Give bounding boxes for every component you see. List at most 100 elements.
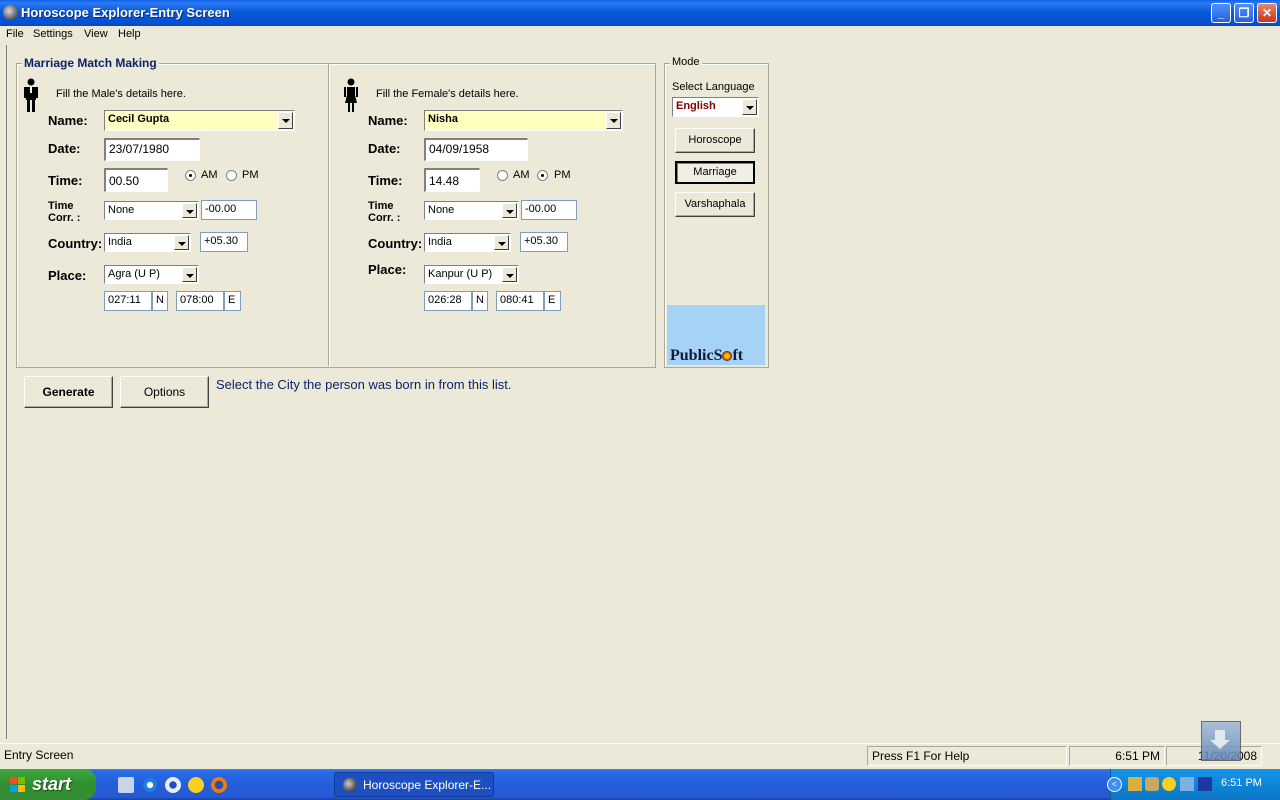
male-country-offset[interactable]: +05.30	[200, 232, 248, 252]
chevron-down-icon[interactable]	[174, 235, 189, 250]
female-country-value: India	[428, 236, 452, 248]
female-lat-dir[interactable]: N	[472, 291, 488, 311]
male-name-combo[interactable]: Cecil Gupta	[104, 110, 295, 131]
select-language-label: Select Language	[672, 81, 755, 93]
female-time-input[interactable]: 14.48	[424, 168, 480, 192]
security-alert-icon[interactable]	[1128, 777, 1142, 791]
male-time-corr-offset[interactable]: -00.00	[201, 200, 257, 220]
chevron-down-icon[interactable]	[182, 267, 197, 282]
female-am-label[interactable]: AM	[513, 169, 530, 181]
male-figure-icon	[24, 78, 38, 112]
female-pm-label[interactable]: PM	[554, 169, 571, 181]
chevron-down-icon[interactable]	[182, 203, 197, 218]
male-date-label: Date:	[48, 141, 81, 156]
chevron-down-icon[interactable]	[606, 112, 621, 129]
horoscope-mode-button[interactable]: Horoscope	[675, 128, 755, 153]
options-button[interactable]: Options	[120, 376, 209, 408]
female-time-label: Time:	[368, 173, 403, 188]
female-place-value: Kanpur (U P)	[428, 268, 493, 280]
varshaphala-mode-button[interactable]: Varshaphala	[675, 192, 755, 217]
tray-clock[interactable]: 6:51 PM	[1221, 777, 1262, 789]
start-label: start	[32, 774, 72, 794]
generate-button[interactable]: Generate	[24, 376, 113, 408]
tray-expand-icon[interactable]: <	[1107, 777, 1122, 792]
female-am-radio[interactable]	[497, 170, 508, 181]
minimize-button[interactable]: _	[1211, 3, 1231, 23]
internet-explorer-icon[interactable]	[142, 777, 158, 793]
male-place-combo[interactable]: Agra (U P)	[104, 265, 199, 284]
male-latitude-input[interactable]: 027:11	[104, 291, 152, 311]
book-tray-icon[interactable]	[1198, 777, 1212, 791]
female-pm-radio[interactable]	[537, 170, 548, 181]
taskbar-app-button[interactable]: Horoscope Explorer-E...	[334, 772, 494, 797]
network-keys-icon[interactable]	[1145, 777, 1159, 791]
restore-button[interactable]: ❐	[1234, 3, 1254, 23]
male-time-input[interactable]: 00.50	[104, 168, 168, 192]
download-overlay-icon[interactable]	[1201, 721, 1241, 761]
show-desktop-icon[interactable]	[118, 777, 134, 793]
taskbar-app-label: Horoscope Explorer-E...	[363, 778, 492, 792]
marriage-match-legend: Marriage Match Making	[22, 56, 159, 70]
status-help: Press F1 For Help	[867, 746, 1067, 766]
female-longitude-input[interactable]: 080:41	[496, 291, 544, 311]
network-tray-icon[interactable]	[1180, 777, 1194, 791]
time-corr-label-line2: Corr. :	[368, 212, 401, 224]
windows-flag-icon	[10, 777, 25, 792]
mode-legend: Mode	[670, 56, 702, 68]
chevron-down-icon[interactable]	[494, 235, 509, 250]
chevron-down-icon[interactable]	[502, 267, 517, 282]
male-am-label[interactable]: AM	[201, 169, 218, 181]
messenger-icon[interactable]	[188, 777, 204, 793]
chevron-down-icon[interactable]	[502, 203, 517, 218]
male-place-value: Agra (U P)	[108, 268, 160, 280]
male-longitude-input[interactable]: 078:00	[176, 291, 224, 311]
female-name-combo[interactable]: Nisha	[424, 110, 623, 131]
female-lon-dir[interactable]: E	[544, 291, 561, 311]
male-pm-label[interactable]: PM	[242, 169, 259, 181]
logo-text: PublicS ft	[670, 347, 743, 365]
female-country-combo[interactable]: India	[424, 233, 511, 252]
title-bar[interactable]: Horoscope Explorer-Entry Screen _ ❐ ✕	[0, 0, 1280, 26]
female-time-corr-combo[interactable]: None	[424, 201, 519, 220]
female-country-offset[interactable]: +05.30	[520, 232, 568, 252]
menu-view[interactable]: View	[84, 28, 108, 40]
female-time-corr-offset[interactable]: -00.00	[521, 200, 577, 220]
male-country-label: Country:	[48, 236, 103, 251]
male-country-combo[interactable]: India	[104, 233, 191, 252]
logo-text-part1: PublicS	[670, 347, 723, 364]
female-place-combo[interactable]: Kanpur (U P)	[424, 265, 519, 284]
taskbar: start Horoscope Explorer-E... < 6:51 PM	[0, 769, 1280, 800]
chevron-down-icon[interactable]	[278, 112, 293, 129]
menu-file[interactable]: File	[6, 28, 24, 40]
female-latitude-input[interactable]: 026:28	[424, 291, 472, 311]
female-name-value: Nisha	[428, 113, 458, 125]
status-message: Entry Screen	[4, 748, 74, 762]
marriage-mode-button[interactable]: Marriage	[675, 161, 755, 184]
media-player-icon[interactable]	[165, 777, 181, 793]
male-name-label: Name:	[48, 113, 88, 128]
male-time-corr-combo[interactable]: None	[104, 201, 199, 220]
start-button[interactable]: start	[0, 769, 96, 800]
male-lon-dir[interactable]: E	[224, 291, 241, 311]
language-value: English	[676, 100, 716, 112]
male-lat-dir[interactable]: N	[152, 291, 168, 311]
female-place-label: Place:	[368, 262, 407, 277]
menu-settings[interactable]: Settings	[33, 28, 73, 40]
chevron-down-icon[interactable]	[742, 99, 757, 115]
male-time-corr-value: None	[108, 204, 135, 216]
male-am-radio[interactable]	[185, 170, 196, 181]
status-time: 6:51 PM	[1069, 746, 1165, 766]
logo-text-part2: ft	[732, 347, 744, 364]
time-corr-label-line1: Time	[48, 200, 74, 212]
male-date-input[interactable]: 23/07/1980	[104, 138, 200, 161]
male-time-corr-label: Time Corr. :	[48, 200, 80, 224]
female-time-corr-value: None	[428, 204, 455, 216]
close-button[interactable]: ✕	[1257, 3, 1277, 23]
female-date-input[interactable]: 04/09/1958	[424, 138, 528, 161]
language-combo[interactable]: English	[672, 97, 759, 117]
male-pm-radio[interactable]	[226, 170, 237, 181]
firefox-icon[interactable]	[211, 777, 227, 793]
messenger-tray-icon[interactable]	[1162, 777, 1176, 791]
menu-help[interactable]: Help	[118, 28, 141, 40]
publicsoft-logo: PublicS ft	[667, 305, 765, 365]
